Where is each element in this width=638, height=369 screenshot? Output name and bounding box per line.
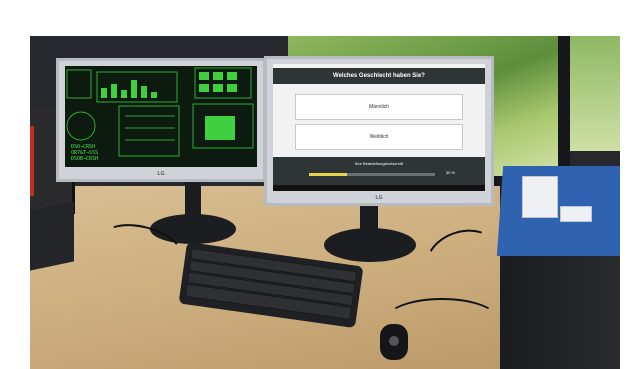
right-monitor-logo: LG [375,195,383,201]
mouse [380,324,408,360]
status-text-lines: DSO→CRSH OR7&T→SSS DSOB→CRSH [71,144,98,162]
status-line: DSOB→CRSH [71,156,99,162]
progress-fill [309,173,347,176]
progress-label: Ihre Bearbeitungsfortschritt [354,161,404,166]
survey-screen: Welches Geschlecht haben Sie? Männlich W… [273,64,485,191]
tower-red-stripe [30,126,34,196]
option-male-button[interactable]: Männlich [295,94,463,120]
window-frame [558,36,570,186]
partial-keyboard [30,201,74,271]
progress-track [309,173,435,176]
option-female-button[interactable]: Weiblich [295,124,463,150]
left-monitor: DSO→CRSH OR7&T→SSS DSOB→CRSH LG [56,58,266,182]
right-monitor: Welches Geschlecht haben Sie? Männlich W… [264,56,494,206]
right-monitor-base [324,228,416,262]
tower-sticker [522,176,558,218]
window-right [570,36,620,151]
tower-label [560,206,592,222]
progress-percent: 30 % [445,170,455,175]
office-photo: DSO→CRSH OR7&T→SSS DSOB→CRSH LG Welches … [30,36,620,369]
right-pc-tower [496,166,620,369]
left-monitor-screen: DSO→CRSH OR7&T→SSS DSOB→CRSH [65,66,257,167]
mouse-logo-icon [389,336,399,346]
tower-blue-top [496,166,620,256]
left-monitor-logo: LG [157,171,165,177]
progress-panel: Ihre Bearbeitungsfortschritt 30 % [273,157,485,191]
taskbar [273,185,485,191]
survey-question: Welches Geschlecht haben Sie? [273,68,485,84]
photo-frame: DSO→CRSH OR7&T→SSS DSOB→CRSH LG Welches … [0,0,638,369]
